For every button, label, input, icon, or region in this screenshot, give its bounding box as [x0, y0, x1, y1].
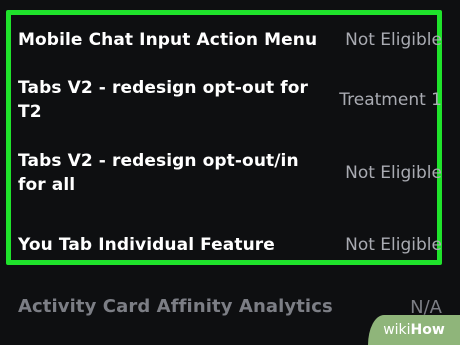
experiment-status: Treatment 1	[339, 90, 442, 110]
experiment-row-mobile-chat-input[interactable]: Mobile Chat Input Action Menu Not Eligib…	[18, 28, 442, 52]
experiment-status: Not Eligible	[345, 235, 442, 255]
experiment-status: Not Eligible	[345, 163, 442, 183]
experiment-name: You Tab Individual Feature	[18, 235, 275, 255]
experiment-name: Activity Card Affinity Analytics	[18, 296, 333, 317]
experiment-name: Mobile Chat Input Action Menu	[18, 30, 318, 50]
experiment-row-tabs-v2-t2[interactable]: Tabs V2 - redesign opt-out for T2 Treatm…	[18, 78, 442, 122]
experiment-name: Tabs V2 - redesign opt-out for T2	[18, 78, 309, 122]
experiment-name: Tabs V2 - redesign opt-out/in for all	[18, 151, 299, 195]
experiment-row-tabs-v2-all[interactable]: Tabs V2 - redesign opt-out/in for all No…	[18, 148, 442, 198]
wikihow-watermark: wiki How	[368, 315, 460, 345]
watermark-how: How	[410, 322, 445, 338]
experiment-row-you-tab[interactable]: You Tab Individual Feature Not Eligible	[18, 233, 442, 257]
experiment-status: Not Eligible	[345, 30, 442, 50]
watermark-wiki: wiki	[383, 322, 411, 338]
